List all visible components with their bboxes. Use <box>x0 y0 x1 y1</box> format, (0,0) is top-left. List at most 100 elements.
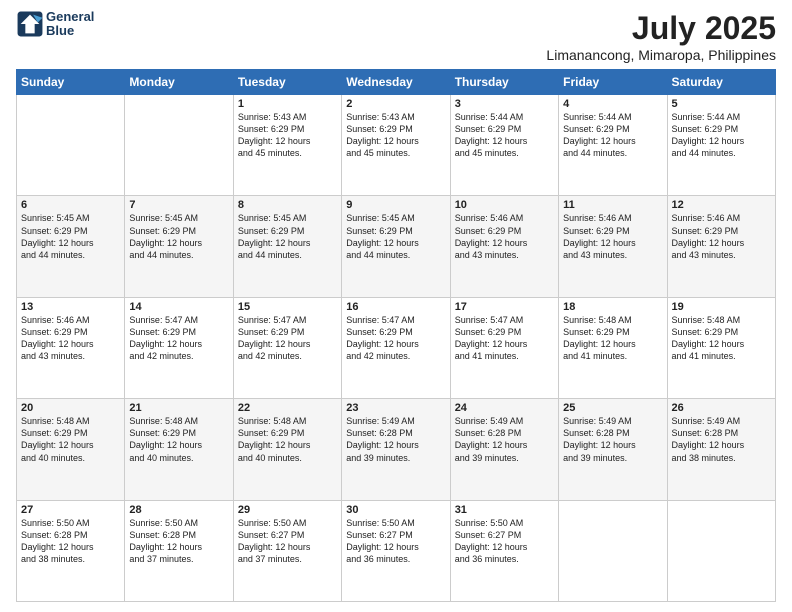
calendar-cell: 2Sunrise: 5:43 AM Sunset: 6:29 PM Daylig… <box>342 95 450 196</box>
day-number: 7 <box>129 199 228 211</box>
calendar-cell: 5Sunrise: 5:44 AM Sunset: 6:29 PM Daylig… <box>667 95 775 196</box>
day-number: 25 <box>563 402 662 414</box>
day-info: Sunrise: 5:50 AM Sunset: 6:27 PM Dayligh… <box>455 517 554 566</box>
day-number: 12 <box>672 199 771 211</box>
day-info: Sunrise: 5:50 AM Sunset: 6:28 PM Dayligh… <box>21 517 120 566</box>
day-info: Sunrise: 5:46 AM Sunset: 6:29 PM Dayligh… <box>21 314 120 363</box>
calendar-week-3: 13Sunrise: 5:46 AM Sunset: 6:29 PM Dayli… <box>17 297 776 398</box>
weekday-header-sunday: Sunday <box>17 70 125 95</box>
calendar-cell: 14Sunrise: 5:47 AM Sunset: 6:29 PM Dayli… <box>125 297 233 398</box>
title-block: July 2025 Limanancong, Mimaropa, Philipp… <box>546 10 776 63</box>
day-info: Sunrise: 5:50 AM Sunset: 6:27 PM Dayligh… <box>238 517 337 566</box>
day-number: 3 <box>455 98 554 110</box>
day-number: 31 <box>455 504 554 516</box>
day-info: Sunrise: 5:44 AM Sunset: 6:29 PM Dayligh… <box>455 111 554 160</box>
day-info: Sunrise: 5:49 AM Sunset: 6:28 PM Dayligh… <box>455 415 554 464</box>
day-info: Sunrise: 5:49 AM Sunset: 6:28 PM Dayligh… <box>563 415 662 464</box>
day-number: 16 <box>346 301 445 313</box>
logo: General Blue <box>16 10 94 39</box>
calendar-week-5: 27Sunrise: 5:50 AM Sunset: 6:28 PM Dayli… <box>17 500 776 601</box>
day-number: 18 <box>563 301 662 313</box>
calendar-cell: 22Sunrise: 5:48 AM Sunset: 6:29 PM Dayli… <box>233 399 341 500</box>
day-info: Sunrise: 5:47 AM Sunset: 6:29 PM Dayligh… <box>455 314 554 363</box>
calendar-cell: 9Sunrise: 5:45 AM Sunset: 6:29 PM Daylig… <box>342 196 450 297</box>
day-number: 23 <box>346 402 445 414</box>
day-number: 6 <box>21 199 120 211</box>
calendar-cell: 13Sunrise: 5:46 AM Sunset: 6:29 PM Dayli… <box>17 297 125 398</box>
calendar-cell: 27Sunrise: 5:50 AM Sunset: 6:28 PM Dayli… <box>17 500 125 601</box>
day-info: Sunrise: 5:45 AM Sunset: 6:29 PM Dayligh… <box>21 212 120 261</box>
day-info: Sunrise: 5:45 AM Sunset: 6:29 PM Dayligh… <box>238 212 337 261</box>
calendar-week-2: 6Sunrise: 5:45 AM Sunset: 6:29 PM Daylig… <box>17 196 776 297</box>
day-info: Sunrise: 5:47 AM Sunset: 6:29 PM Dayligh… <box>129 314 228 363</box>
day-number: 22 <box>238 402 337 414</box>
weekday-header-friday: Friday <box>559 70 667 95</box>
day-number: 19 <box>672 301 771 313</box>
day-number: 17 <box>455 301 554 313</box>
day-info: Sunrise: 5:46 AM Sunset: 6:29 PM Dayligh… <box>455 212 554 261</box>
day-number: 8 <box>238 199 337 211</box>
day-info: Sunrise: 5:47 AM Sunset: 6:29 PM Dayligh… <box>346 314 445 363</box>
day-number: 15 <box>238 301 337 313</box>
calendar-cell <box>125 95 233 196</box>
day-number: 21 <box>129 402 228 414</box>
day-info: Sunrise: 5:48 AM Sunset: 6:29 PM Dayligh… <box>238 415 337 464</box>
calendar-subtitle: Limanancong, Mimaropa, Philippines <box>546 47 776 63</box>
calendar-cell: 16Sunrise: 5:47 AM Sunset: 6:29 PM Dayli… <box>342 297 450 398</box>
calendar-cell: 12Sunrise: 5:46 AM Sunset: 6:29 PM Dayli… <box>667 196 775 297</box>
day-info: Sunrise: 5:45 AM Sunset: 6:29 PM Dayligh… <box>346 212 445 261</box>
day-info: Sunrise: 5:50 AM Sunset: 6:28 PM Dayligh… <box>129 517 228 566</box>
day-number: 14 <box>129 301 228 313</box>
day-number: 1 <box>238 98 337 110</box>
day-info: Sunrise: 5:48 AM Sunset: 6:29 PM Dayligh… <box>21 415 120 464</box>
calendar-cell <box>667 500 775 601</box>
calendar-cell: 29Sunrise: 5:50 AM Sunset: 6:27 PM Dayli… <box>233 500 341 601</box>
calendar-cell: 15Sunrise: 5:47 AM Sunset: 6:29 PM Dayli… <box>233 297 341 398</box>
calendar-week-4: 20Sunrise: 5:48 AM Sunset: 6:29 PM Dayli… <box>17 399 776 500</box>
day-number: 5 <box>672 98 771 110</box>
calendar-cell: 25Sunrise: 5:49 AM Sunset: 6:28 PM Dayli… <box>559 399 667 500</box>
day-number: 28 <box>129 504 228 516</box>
day-info: Sunrise: 5:45 AM Sunset: 6:29 PM Dayligh… <box>129 212 228 261</box>
day-number: 13 <box>21 301 120 313</box>
logo-line2: Blue <box>46 24 94 38</box>
day-info: Sunrise: 5:48 AM Sunset: 6:29 PM Dayligh… <box>563 314 662 363</box>
calendar-cell: 19Sunrise: 5:48 AM Sunset: 6:29 PM Dayli… <box>667 297 775 398</box>
day-info: Sunrise: 5:43 AM Sunset: 6:29 PM Dayligh… <box>346 111 445 160</box>
calendar-cell: 4Sunrise: 5:44 AM Sunset: 6:29 PM Daylig… <box>559 95 667 196</box>
day-info: Sunrise: 5:48 AM Sunset: 6:29 PM Dayligh… <box>129 415 228 464</box>
calendar-cell: 8Sunrise: 5:45 AM Sunset: 6:29 PM Daylig… <box>233 196 341 297</box>
calendar-cell: 24Sunrise: 5:49 AM Sunset: 6:28 PM Dayli… <box>450 399 558 500</box>
day-number: 24 <box>455 402 554 414</box>
day-number: 27 <box>21 504 120 516</box>
logo-line1: General <box>46 10 94 24</box>
day-info: Sunrise: 5:46 AM Sunset: 6:29 PM Dayligh… <box>563 212 662 261</box>
day-number: 20 <box>21 402 120 414</box>
calendar-cell: 21Sunrise: 5:48 AM Sunset: 6:29 PM Dayli… <box>125 399 233 500</box>
calendar-cell: 10Sunrise: 5:46 AM Sunset: 6:29 PM Dayli… <box>450 196 558 297</box>
logo-text: General Blue <box>46 10 94 39</box>
day-info: Sunrise: 5:46 AM Sunset: 6:29 PM Dayligh… <box>672 212 771 261</box>
logo-icon <box>16 10 44 38</box>
day-number: 4 <box>563 98 662 110</box>
calendar-cell: 20Sunrise: 5:48 AM Sunset: 6:29 PM Dayli… <box>17 399 125 500</box>
day-info: Sunrise: 5:43 AM Sunset: 6:29 PM Dayligh… <box>238 111 337 160</box>
weekday-header-thursday: Thursday <box>450 70 558 95</box>
calendar-cell: 17Sunrise: 5:47 AM Sunset: 6:29 PM Dayli… <box>450 297 558 398</box>
calendar-cell: 30Sunrise: 5:50 AM Sunset: 6:27 PM Dayli… <box>342 500 450 601</box>
calendar-cell: 31Sunrise: 5:50 AM Sunset: 6:27 PM Dayli… <box>450 500 558 601</box>
day-number: 9 <box>346 199 445 211</box>
day-number: 11 <box>563 199 662 211</box>
day-info: Sunrise: 5:48 AM Sunset: 6:29 PM Dayligh… <box>672 314 771 363</box>
calendar-cell <box>17 95 125 196</box>
calendar-week-1: 1Sunrise: 5:43 AM Sunset: 6:29 PM Daylig… <box>17 95 776 196</box>
day-info: Sunrise: 5:49 AM Sunset: 6:28 PM Dayligh… <box>672 415 771 464</box>
day-number: 2 <box>346 98 445 110</box>
day-number: 30 <box>346 504 445 516</box>
calendar-cell: 11Sunrise: 5:46 AM Sunset: 6:29 PM Dayli… <box>559 196 667 297</box>
calendar-header-row: SundayMondayTuesdayWednesdayThursdayFrid… <box>17 70 776 95</box>
calendar-cell: 6Sunrise: 5:45 AM Sunset: 6:29 PM Daylig… <box>17 196 125 297</box>
calendar-cell <box>559 500 667 601</box>
calendar-title: July 2025 <box>546 10 776 47</box>
day-info: Sunrise: 5:44 AM Sunset: 6:29 PM Dayligh… <box>563 111 662 160</box>
